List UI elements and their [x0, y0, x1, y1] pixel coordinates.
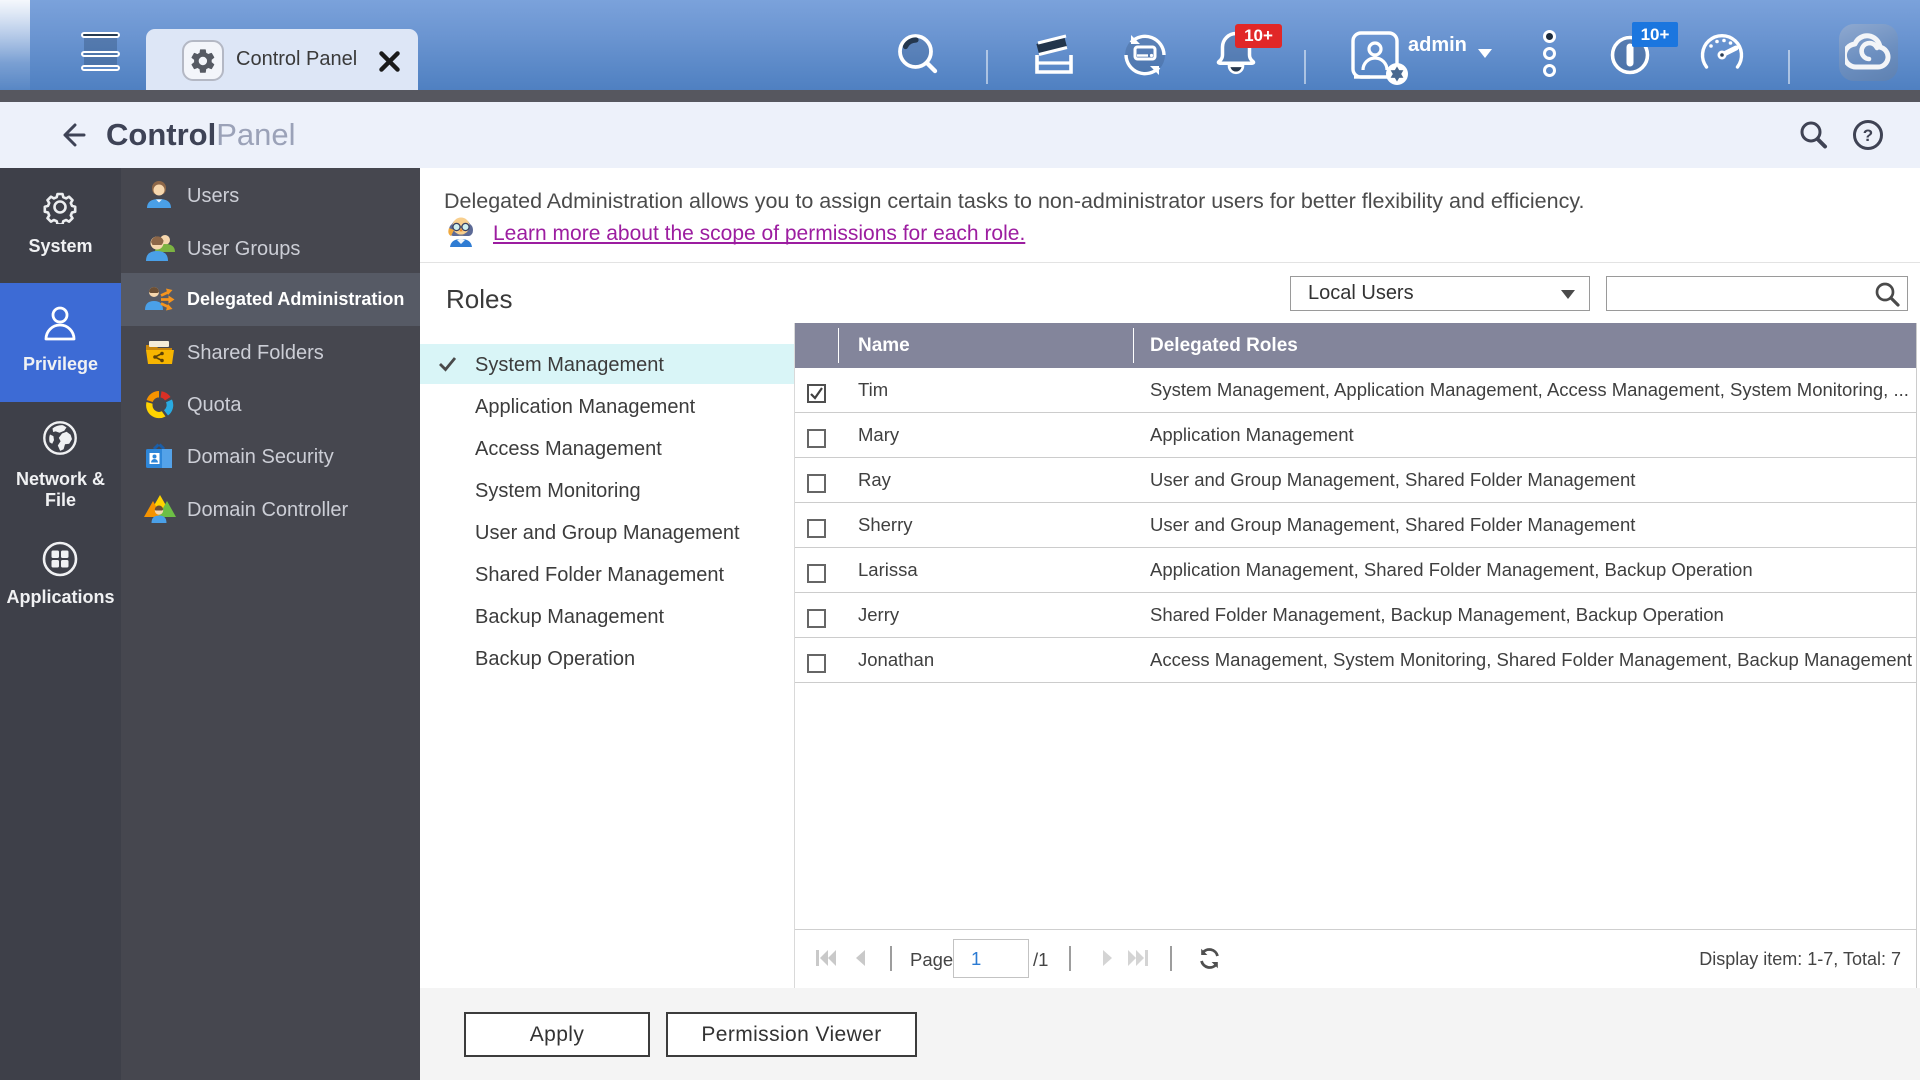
svg-text:?: ?	[1863, 126, 1873, 145]
